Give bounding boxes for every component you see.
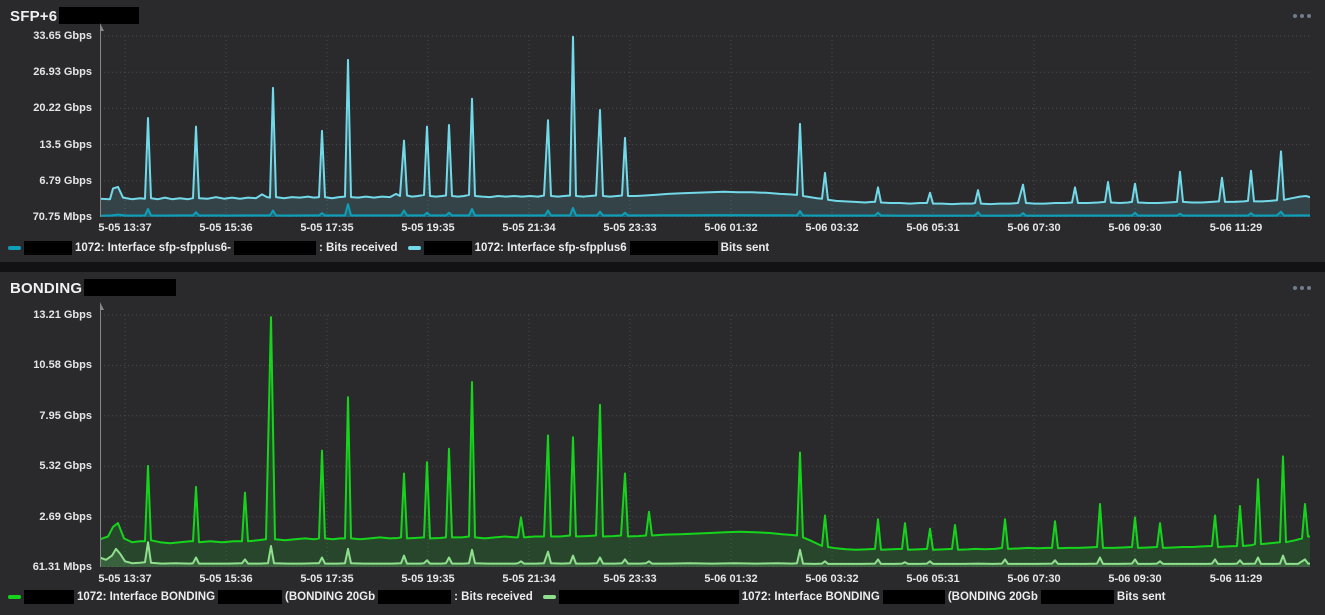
y-axis-label: 33.65 Gbps (33, 30, 92, 42)
y-axis-label: 20.22 Gbps (33, 102, 92, 115)
x-axis-label: 5-06 11:29 (1209, 573, 1263, 585)
panel-header: BONDING (10, 278, 1313, 298)
graph-legend: 1072: Interface sfp-sfpplus6- : Bits rece… (8, 241, 769, 255)
legend-color-marker (542, 595, 556, 599)
y-axis-label: 5.32 Gbps (39, 460, 92, 473)
x-axis-label: 5-06 03:32 (805, 222, 859, 234)
panel-sfp6-graph: SFP+6 33.65 Gbps 26.93 Gbps 20.22 Gbps 13.5… (0, 0, 1325, 262)
y-axis-line (100, 302, 104, 567)
redaction-box (558, 590, 739, 604)
x-axis-label: 5-05 13:37 (98, 222, 152, 234)
x-axis-label: 5-05 19:35 (401, 222, 455, 234)
x-axis-label: 5-05 17:35 (300, 573, 354, 585)
legend-color-marker (8, 246, 21, 250)
legend-label: 1072: Interface BONDING (741, 591, 880, 603)
legend-label: (BONDING 20Gb (285, 591, 376, 603)
series-area (100, 317, 1310, 567)
panel-title: BONDING (10, 279, 83, 297)
series-line (100, 316, 1310, 551)
x-axis-label: 5-05 23:33 (603, 222, 657, 234)
y-axis-label: 6.79 Gbps (39, 174, 92, 187)
redaction-box (1040, 590, 1114, 604)
panel-title: SFP+6 (10, 7, 58, 25)
redaction-box (423, 241, 472, 255)
y-axis-label: 10.58 Gbps (33, 359, 92, 372)
x-axis-label: 5-06 05:31 (906, 573, 960, 585)
x-axis-label: 5-06 09:30 (1108, 222, 1162, 234)
redaction-box (378, 590, 452, 604)
x-axis-label: 5-05 23:33 (603, 573, 657, 585)
legend-color-marker (407, 246, 421, 250)
legend-label: : Bits received (454, 591, 533, 603)
redaction-box (629, 241, 718, 255)
legend-label: 1072: Interface sfp-sfpplus6- (75, 242, 231, 254)
y-axis-label: 13.21 Gbps (33, 309, 92, 321)
legend-item[interactable]: 1072: Interface BONDING (BONDING 20Gb : Bi… (8, 590, 533, 604)
legend-item[interactable]: 1072: Interface sfp-sfpplus6- : Bits rece… (8, 241, 398, 255)
x-axis-label: 5-06 07:30 (1007, 573, 1061, 585)
redaction-box (218, 590, 283, 604)
x-axis-label: 5-05 13:37 (98, 573, 152, 585)
y-axis-label: 26.93 Gbps (33, 66, 92, 79)
x-axis-label: 5-06 09:30 (1108, 573, 1162, 585)
legend-label: (BONDING 20Gb (947, 591, 1038, 603)
redaction-box (882, 590, 945, 604)
graph-plot-area[interactable] (100, 301, 1310, 567)
y-axis-label: 13.5 Gbps (39, 138, 92, 151)
x-axis-label: 5-05 15:36 (199, 222, 253, 234)
y-axis-line (100, 23, 104, 217)
graph-plot-area[interactable] (100, 22, 1310, 217)
legend-label: : Bits received (318, 242, 398, 254)
x-axis-label: 5-06 01:32 (704, 573, 758, 585)
x-axis-label: 5-06 01:32 (704, 222, 758, 234)
redaction-box (59, 6, 140, 24)
x-axis-label: 5-05 19:35 (401, 573, 455, 585)
x-axis-label: 5-06 07:30 (1007, 222, 1061, 234)
legend-label: 1072: Interface BONDING (77, 591, 216, 603)
dashboard: { "page": { "background": "#121214", "pa… (0, 0, 1325, 615)
legend-color-marker (8, 595, 21, 599)
y-axis-label: 70.75 Mbps (32, 211, 92, 223)
legend-label: Bits sent (1116, 591, 1166, 603)
y-axis-label: 2.69 Gbps (39, 510, 92, 523)
x-axis-label: 5-06 03:32 (805, 573, 859, 585)
x-axis-label: 5-05 17:35 (300, 222, 354, 234)
ellipsis-menu-icon[interactable] (1291, 282, 1313, 294)
series-area (100, 36, 1310, 217)
legend-item[interactable]: 1072: Interface BONDING (BONDING 20Gb Bits… (542, 590, 1166, 604)
y-axis-label: 7.95 Gbps (39, 409, 92, 422)
ellipsis-menu-icon[interactable] (1291, 10, 1313, 22)
x-axis-label: 5-05 15:36 (199, 573, 253, 585)
x-axis-label: 5-05 21:34 (502, 573, 556, 585)
redaction-box (84, 278, 177, 296)
x-axis-label: 5-06 11:29 (1209, 222, 1263, 234)
x-axis-label: 5-06 05:31 (906, 222, 960, 234)
redaction-box (233, 241, 316, 255)
series-line (100, 35, 1310, 206)
graph-legend: 1072: Interface BONDING (BONDING 20Gb : Bi… (8, 590, 1165, 604)
legend-label: Bits sent (720, 242, 770, 254)
y-axis-label: 61.31 Mbps (32, 561, 92, 573)
panel-bonding-graph: BONDING 13.21 Gbps 10.58 Gbps 7.95 Gbps 5.3… (0, 272, 1325, 615)
redaction-box (24, 241, 72, 255)
legend-label: 1072: Interface sfp-sfpplus6 (474, 242, 627, 254)
legend-item[interactable]: 1072: Interface sfp-sfpplus6 Bits sent (407, 241, 770, 255)
x-axis-label: 5-05 21:34 (502, 222, 556, 234)
redaction-box (24, 590, 74, 604)
